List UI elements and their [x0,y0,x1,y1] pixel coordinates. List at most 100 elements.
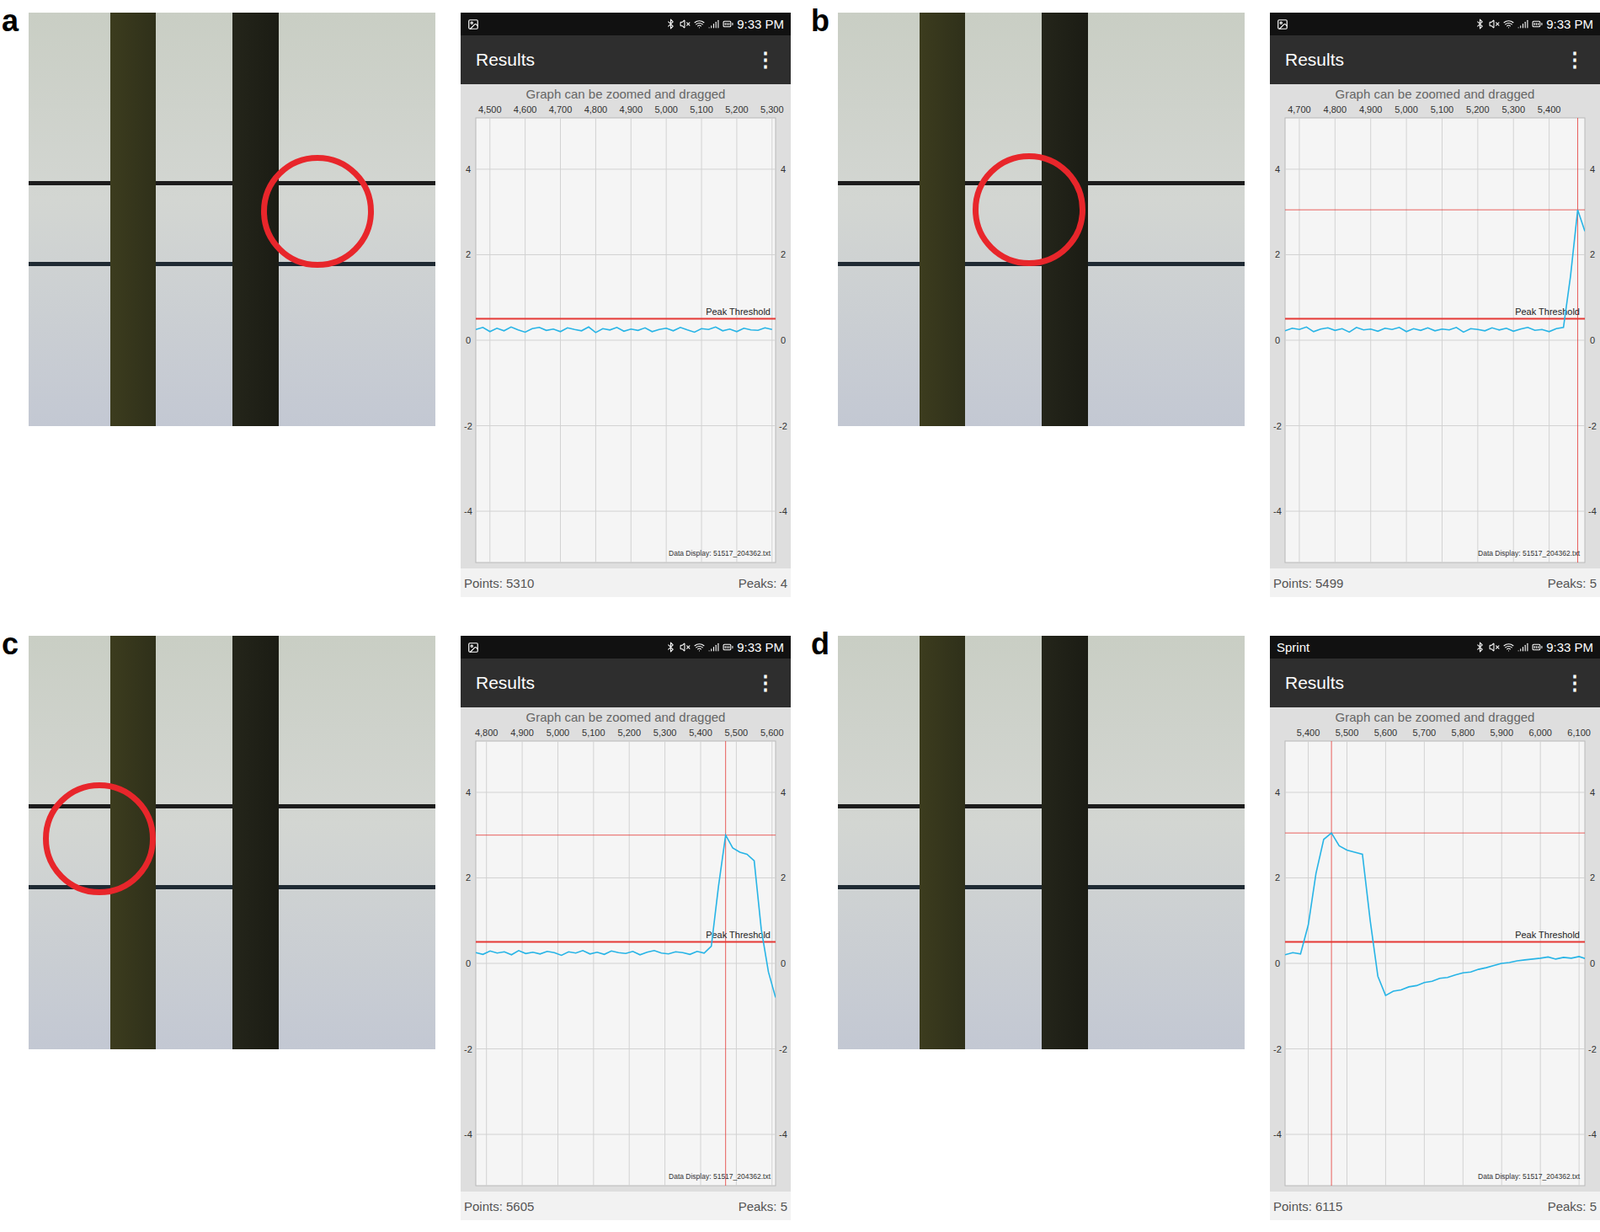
file-label: Data Display: 51517_204362.txt [1477,1172,1581,1181]
graph-hint: Graph can be zoomed and dragged [1269,84,1600,102]
y-tick: -2-2 [1273,1044,1597,1055]
panel-label: d [809,629,838,660]
x-tick: 5,100 [581,727,606,1186]
x-tick: 5,200 [617,727,641,1186]
plot-area [1285,117,1585,563]
status-bar: 9:33 PM [460,12,791,36]
x-tick: 5,000 [654,104,678,563]
svg-text:5,700: 5,700 [1413,727,1437,738]
points-count: Points: 6115 [1273,1199,1343,1214]
x-tick: 5,800 [1451,727,1476,1186]
svg-text:-4: -4 [464,506,473,517]
wifi-icon [693,641,705,653]
points-count: Points: 5605 [464,1199,534,1214]
x-tick: 5,100 [1430,104,1455,563]
peak-chart[interactable]: 5,4005,5005,6005,7005,8005,9006,0006,100… [1269,724,1600,1192]
panel-label: c [0,629,29,660]
y-tick: 00 [1274,335,1595,346]
y-tick: -2-2 [1273,421,1597,432]
peaks-count: Peaks: 5 [1547,576,1597,591]
bluetooth-icon [665,18,677,30]
overflow-menu-button[interactable]: ⋮ [1561,671,1589,695]
bluetooth-icon [1474,641,1486,653]
threshold-label: Peak Threshold [705,929,771,940]
peak-marker [1285,117,1585,563]
x-tick: 4,700 [1287,104,1312,563]
svg-text:4,900: 4,900 [619,104,644,115]
peak-chart[interactable]: 4,7004,8004,9005,0005,1005,2005,3005,400… [1269,101,1600,569]
overflow-menu-button[interactable]: ⋮ [752,48,779,72]
x-tick: 4,600 [513,104,538,563]
overflow-menu-button[interactable]: ⋮ [752,671,779,695]
svg-text:5,600: 5,600 [760,727,784,738]
phone-screenshot: 9:33 PMResults⋮Graph can be zoomed and d… [460,635,791,1221]
svg-text:4: 4 [1274,164,1280,175]
screen-title: Results [475,49,535,70]
svg-text:5,100: 5,100 [1430,104,1455,115]
clock: 9:33 PM [736,16,784,32]
signal-icon [708,18,720,30]
svg-text:5,500: 5,500 [725,727,749,738]
x-tick: 4,900 [619,104,644,563]
x-tick: 4,900 [1359,104,1383,563]
threshold-label: Peak Threshold [1514,306,1580,317]
svg-text:4,800: 4,800 [584,104,608,115]
peaks-count: Peaks: 5 [738,1199,788,1214]
svg-text:4: 4 [780,787,786,798]
svg-text:4,900: 4,900 [1359,104,1383,115]
x-tick: 4,500 [478,104,502,563]
y-tick: 44 [465,164,786,175]
svg-text:2: 2 [465,872,471,883]
svg-text:2: 2 [1274,872,1280,883]
results-footer: Points: 6115Peaks: 5 [1269,1191,1600,1221]
svg-text:-2: -2 [778,421,788,432]
battery-icon [1531,18,1543,30]
highlight-circle [261,154,374,268]
svg-text:-2: -2 [464,421,473,432]
battery-icon [722,641,734,653]
mute-icon [679,641,691,653]
y-tick: 44 [465,787,786,798]
svg-text:5,300: 5,300 [760,104,784,115]
peak-marker [1285,741,1585,1186]
x-tick: 5,500 [725,727,749,1186]
svg-text:0: 0 [465,335,471,346]
file-label: Data Display: 51517_204362.txt [668,549,772,558]
svg-text:5,300: 5,300 [1501,104,1526,115]
peak-chart[interactable]: 4,8004,9005,0005,1005,2005,3005,4005,500… [460,724,791,1192]
svg-text:5,100: 5,100 [581,727,606,738]
y-tick: 00 [465,335,786,346]
svg-text:4,500: 4,500 [478,104,502,115]
phone-screenshot: Sprint9:33 PMResults⋮Graph can be zoomed… [1269,635,1600,1221]
x-tick: 4,800 [1323,104,1348,563]
clock: 9:33 PM [1546,16,1594,32]
x-tick: 4,900 [510,727,534,1186]
signal-trace [475,326,773,333]
mute-icon [1488,641,1500,653]
overflow-menu-button[interactable]: ⋮ [1561,48,1589,72]
threshold-line [1285,318,1585,320]
svg-text:-2: -2 [1273,1044,1282,1055]
y-tick: 22 [1274,249,1595,260]
y-tick: -4-4 [1273,506,1597,517]
title-bar: Results⋮ [1269,658,1600,708]
x-tick: 5,700 [1413,727,1437,1186]
results-footer: Points: 5499Peaks: 5 [1269,568,1600,598]
signal-icon [708,641,720,653]
svg-text:2: 2 [465,249,471,260]
x-tick: 5,600 [1374,727,1398,1186]
file-label: Data Display: 51517_204362.txt [668,1172,772,1181]
svg-text:5,500: 5,500 [1335,727,1360,738]
svg-text:5,600: 5,600 [1374,727,1398,738]
peak-chart[interactable]: 4,5004,6004,7004,8004,9005,0005,1005,200… [460,101,791,569]
signal-icon [1517,18,1529,30]
svg-text:0: 0 [1589,958,1595,969]
mute-icon [679,18,691,30]
plot-area [1285,741,1585,1186]
title-bar: Results⋮ [460,658,791,708]
svg-text:4: 4 [465,787,471,798]
x-tick: 5,900 [1489,727,1514,1186]
signal-trace [1285,832,1585,996]
svg-text:5,100: 5,100 [689,104,714,115]
svg-text:2: 2 [1589,249,1595,260]
